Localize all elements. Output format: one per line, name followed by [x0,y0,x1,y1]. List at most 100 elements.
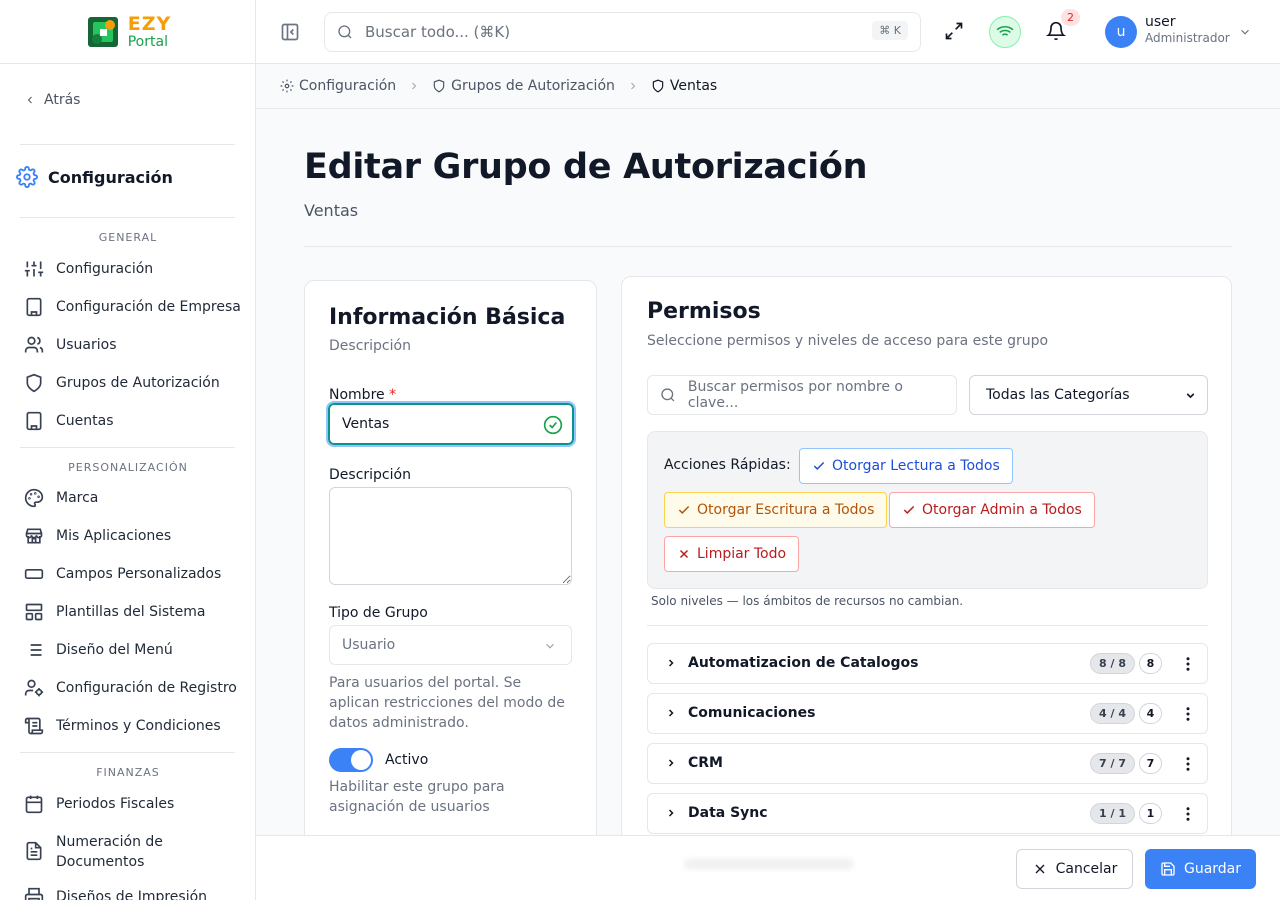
connection-status-button[interactable] [989,16,1021,48]
grant-admin-all-button[interactable]: Otorgar Admin a Todos [889,492,1095,528]
more-vertical-icon[interactable] [1179,705,1197,723]
permission-count-badge: 8 / 8 [1090,653,1135,674]
global-search-input[interactable]: Buscar todo... (⌘K) ⌘ K [324,12,921,52]
shield-icon [26,373,42,393]
name-label-text: Nombre [329,387,385,403]
active-toggle[interactable] [329,748,373,772]
sidebar-item-configuracion[interactable]: Configuración [24,259,244,279]
logo-text-bottom: Portal [127,33,168,50]
blurred-status [684,858,854,870]
clear-all-button[interactable]: Limpiar Todo [664,536,800,572]
more-vertical-icon[interactable] [1179,655,1197,673]
gear-icon [16,166,38,188]
shield-icon [652,79,664,93]
grant-read-all-button[interactable]: Otorgar Lectura a Todos [799,448,1013,484]
notifications-button[interactable] [1046,21,1066,41]
more-vertical-icon[interactable] [1179,805,1197,823]
sidebar-item-marca[interactable]: Marca [24,488,244,508]
avatar[interactable]: u [1105,16,1137,48]
user-name: user [1145,14,1176,30]
sidebar-item-impresion[interactable]: Diseños de Impresión [24,887,244,900]
sidebar-item-registro[interactable]: Configuración de Registro [24,678,244,698]
permission-group-row[interactable]: Automatizacion de Catalogos 8 / 8 8 [647,643,1208,684]
permission-group-name: Comunicaciones [688,705,816,721]
main-content: Editar Grupo de Autorización Ventas Info… [256,109,1280,850]
chevron-right-icon [408,80,420,92]
name-input[interactable] [326,401,576,447]
sidebar-item-menu[interactable]: Diseño del Menú [24,640,244,660]
topbar: Buscar todo... (⌘K) ⌘ K 2 u user Adminis… [256,0,1280,64]
permissions-description: Seleccione permisos y niveles de acceso … [647,333,1049,349]
permission-search-input[interactable]: Buscar permisos por nombre o clave... [647,375,957,415]
shortcut-badge: ⌘ K [872,21,908,40]
permission-group-row[interactable]: Data Sync 1 / 1 1 [647,793,1208,834]
permission-count-badge: 1 / 1 [1090,803,1135,824]
sidebar-item-campos[interactable]: Campos Personalizados [24,564,244,584]
group-type-select[interactable]: Usuario [329,625,572,665]
chevron-right-icon [665,757,677,769]
breadcrumb-item-grupos[interactable]: Grupos de Autorización [432,78,615,94]
sidebar-item-empresa[interactable]: Configuración de Empresa [24,297,244,317]
breadcrumb-label: Grupos de Autorización [451,78,615,94]
sidebar-item-numeracion[interactable]: Numeración de Documentos [24,832,244,872]
breadcrumb: Configuración Grupos de Autorización Ven… [256,64,1280,109]
sidebar-section-finanzas: FINANZAS [96,766,160,779]
permission-total-badge: 8 [1139,653,1162,674]
more-vertical-icon[interactable] [1179,755,1197,773]
grant-write-all-button[interactable]: Otorgar Escritura a Todos [664,492,888,528]
printer-icon [24,887,44,900]
sidebar-toggle-button[interactable] [280,22,300,42]
building-icon [26,411,42,431]
page-divider [304,246,1232,247]
sidebar-section-general: GENERAL [98,231,158,244]
sidebar-item-cuentas[interactable]: Cuentas [24,411,244,431]
quick-actions-panel: Acciones Rápidas: Otorgar Lectura a Todo… [647,431,1208,589]
sidebar-item-terminos[interactable]: Términos y Condiciones [24,716,244,736]
category-select[interactable]: Todas las Categorías [969,375,1208,415]
app-logo[interactable]: EZY Portal [0,0,255,64]
sidebar-item-label: Numeración de Documentos [56,834,163,870]
back-link[interactable]: Atrás [24,92,80,108]
user-menu[interactable]: user Administrador [1145,14,1230,45]
save-button[interactable]: Guardar [1145,849,1256,889]
sidebar-item-grupos[interactable]: Grupos de Autorización [24,373,244,393]
gear-icon [280,79,294,93]
logo-icon [84,13,122,51]
description-textarea[interactable] [329,487,572,585]
permission-group-name: CRM [688,755,723,771]
fullscreen-button[interactable] [944,21,964,41]
chevron-down-icon[interactable] [1238,25,1252,39]
building-icon [26,297,42,317]
sidebar-item-label: Plantillas del Sistema [56,604,206,620]
cancel-label: Cancelar [1055,861,1118,877]
chevron-right-icon [665,807,677,819]
sidebar-item-label: Diseño del Menú [56,642,173,658]
scroll-icon [24,717,44,735]
expand-icon [945,22,963,40]
clear-all-label: Limpiar Todo [697,546,787,562]
cancel-button[interactable]: Cancelar [1016,849,1133,889]
sidebar-item-periodos[interactable]: Periodos Fiscales [24,794,244,814]
back-label: Atrás [44,92,81,108]
sidebar-item-plantillas[interactable]: Plantillas del Sistema [24,602,244,622]
sidebar: EZY Portal Atrás Configuración GENERAL C… [0,0,256,900]
permission-search-placeholder: Buscar permisos por nombre o clave... [687,379,903,411]
valid-check-icon [543,415,563,435]
sidebar-item-label: Marca [56,490,99,506]
required-marker: * [389,387,397,403]
chevron-right-icon [665,657,677,669]
permission-count-badge: 7 / 7 [1090,753,1135,774]
breadcrumb-item-configuracion[interactable]: Configuración [280,78,396,94]
group-type-label: Tipo de Grupo [329,605,428,621]
chevron-down-icon [543,639,557,653]
grant-admin-label: Otorgar Admin a Todos [922,502,1082,518]
sidebar-item-usuarios[interactable]: Usuarios [24,335,244,355]
sidebar-divider [20,144,235,145]
permission-total-badge: 4 [1139,703,1162,724]
active-help: Habilitar este grupo para asignación de … [329,779,505,815]
sidebar-item-aplicaciones[interactable]: Mis Aplicaciones [24,526,244,546]
sidebar-item-label: Configuración de Empresa [56,299,241,315]
permission-group-row[interactable]: Comunicaciones 4 / 4 4 [647,693,1208,734]
permission-group-row[interactable]: CRM 7 / 7 7 [647,743,1208,784]
breadcrumb-item-current: Ventas [651,78,717,94]
